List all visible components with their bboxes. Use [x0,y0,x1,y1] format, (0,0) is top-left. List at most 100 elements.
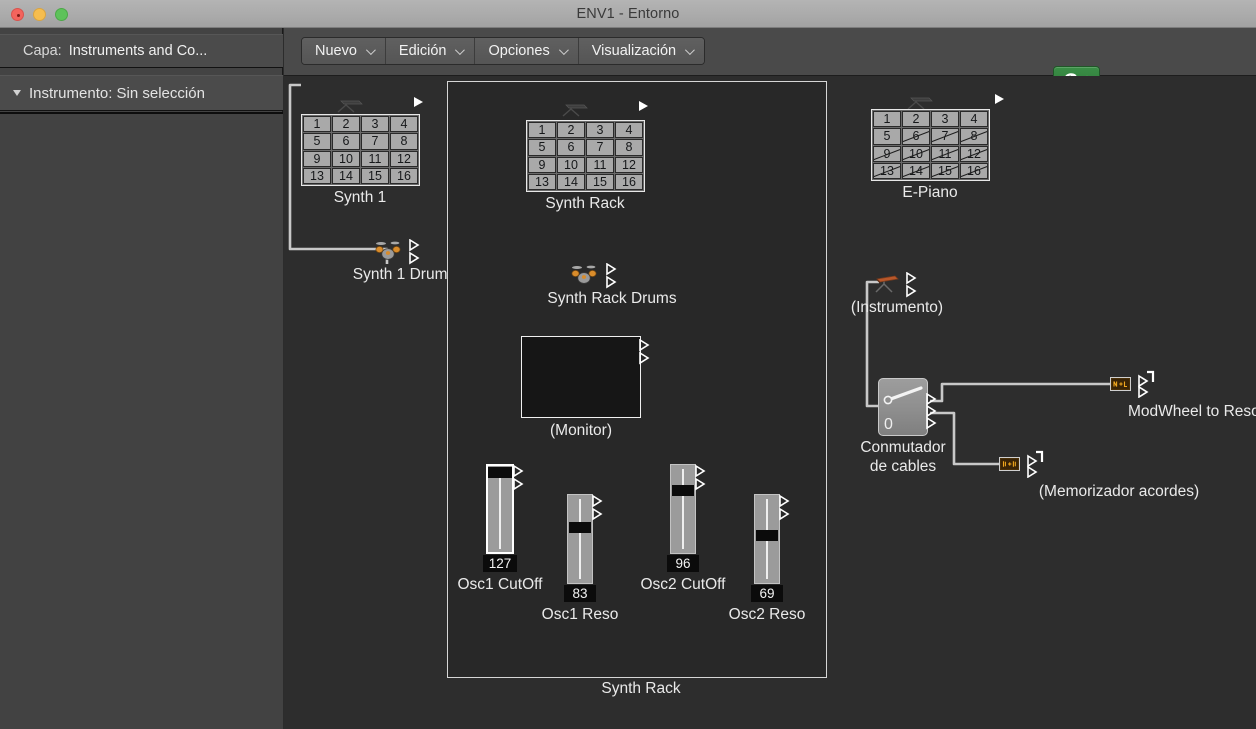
synth-rack-channel-11[interactable]: 11 [586,157,614,173]
channel-number: 15 [368,169,382,183]
object-synth-rack-multi[interactable]: 12345678910111213141516 Synth Rack [526,120,648,242]
fader-osc2-reso[interactable]: 69Osc2 Reso [754,494,780,624]
layer-selector[interactable]: Capa: Instruments and Co... [0,34,283,68]
fader-port-pair[interactable] [513,465,525,491]
synth-rack-channel-5[interactable]: 5 [528,139,556,155]
object-chord-memorizer[interactable]: (Memorizador acordes) [999,456,1199,504]
cable-switch-body[interactable]: 0 [878,378,928,436]
object-instrumento[interactable]: (Instrumento) [834,272,994,320]
cable-switch-port-group[interactable] [926,393,938,433]
transformer-icon[interactable] [999,457,1020,471]
switch-lever-icon[interactable] [879,379,928,413]
synth-rack-drums-port-pair[interactable] [606,263,618,289]
synth1-channel-10[interactable]: 10 [332,151,360,167]
synth-rack-channel-7[interactable]: 7 [586,139,614,155]
synth1-channel-15[interactable]: 15 [361,168,389,184]
synth1-channel-14[interactable]: 14 [332,168,360,184]
synth-rack-channel-12[interactable]: 12 [615,157,643,173]
epiano-channel-1[interactable]: 1 [873,111,901,127]
synth1-channel-11[interactable]: 11 [361,151,389,167]
synth-rack-channel-4[interactable]: 4 [615,122,643,138]
synth-rack-channel-grid[interactable]: 12345678910111213141516 [526,120,645,192]
fader-osc2-cutoff[interactable]: 96Osc2 CutOff [670,464,696,594]
synth1-channel-1[interactable]: 1 [303,116,331,132]
object-modwheel-to-resonance[interactable]: ModWheel to Resonance [1110,376,1256,424]
epiano-channel-12[interactable]: 12 [960,146,988,162]
synth1-channel-5[interactable]: 5 [303,133,331,149]
fader-port-pair[interactable] [695,465,707,491]
monitor-display[interactable] [521,336,641,418]
synth1-channel-13[interactable]: 13 [303,168,331,184]
synth1-channel-4[interactable]: 4 [390,116,418,132]
fader-thumb[interactable] [672,485,694,496]
environment-canvas[interactable]: 12345678910111213141516 Synth 1 Synth 1 … [284,76,1256,729]
fader-thumb[interactable] [488,467,512,478]
epiano-channel-7[interactable]: 7 [931,128,959,144]
menu-nuevo[interactable]: Nuevo [302,38,386,64]
object-monitor[interactable]: (Monitor) [521,336,646,451]
chord-memorizer-port-pair[interactable] [1027,450,1045,478]
synth-rack-channel-15[interactable]: 15 [586,174,614,190]
synth-rack-channel-8[interactable]: 8 [615,139,643,155]
synth-rack-channel-9[interactable]: 9 [528,157,556,173]
epiano-channel-grid[interactable]: 12345678910111213141516 [871,109,990,181]
synth-rack-channel-14[interactable]: 14 [557,174,585,190]
epiano-channel-16[interactable]: 16 [960,163,988,179]
epiano-channel-2[interactable]: 2 [902,111,930,127]
fader-osc2-cutoff-label: Osc2 CutOff [641,575,726,594]
fader-port-pair[interactable] [592,495,604,521]
synth-rack-channel-1[interactable]: 1 [528,122,556,138]
object-synth1-drums[interactable]: Synth 1 Drums [344,239,464,285]
synth1-channel-16[interactable]: 16 [390,168,418,184]
epiano-channel-9[interactable]: 9 [873,146,901,162]
epiano-channel-10[interactable]: 10 [902,146,930,162]
synth1-channel-2[interactable]: 2 [332,116,360,132]
epiano-output-port[interactable] [995,94,1004,104]
monitor-port-pair[interactable] [639,339,651,365]
synth-rack-channel-16[interactable]: 16 [615,174,643,190]
synth-rack-channel-6[interactable]: 6 [557,139,585,155]
instrument-inspector-header[interactable]: Instrumento: Sin selección [0,75,283,111]
fader-osc1-reso[interactable]: 83Osc1 Reso [567,494,593,624]
synth1-channel-8[interactable]: 8 [390,133,418,149]
epiano-channel-11[interactable]: 11 [931,146,959,162]
synth1-channel-6[interactable]: 6 [332,133,360,149]
object-folder-synth-rack-label: Synth Rack [601,679,680,698]
epiano-channel-13[interactable]: 13 [873,163,901,179]
synth1-channel-9[interactable]: 9 [303,151,331,167]
object-synth1[interactable]: 12345678910111213141516 Synth 1 [301,96,423,218]
object-cable-switch[interactable]: 0 Conmutador de cables [878,378,1008,496]
fader-osc1-cutoff[interactable]: 127Osc1 CutOff [486,464,514,594]
transformer-icon[interactable] [1110,377,1131,391]
fader-thumb[interactable] [756,530,778,541]
fader-thumb[interactable] [569,522,591,533]
synth1-channel-grid[interactable]: 12345678910111213141516 [301,114,420,186]
synth1-drums-port-pair[interactable] [409,239,421,265]
menu-edicion[interactable]: Edición [386,38,476,64]
epiano-channel-3[interactable]: 3 [931,111,959,127]
fader-port-pair[interactable] [779,495,791,521]
synth-rack-output-port[interactable] [639,101,648,111]
menu-opciones[interactable]: Opciones [475,38,578,64]
synth1-channel-3[interactable]: 3 [361,116,389,132]
epiano-channel-5[interactable]: 5 [873,128,901,144]
modwheel-port-pair[interactable] [1138,370,1156,398]
synth-rack-channel-3[interactable]: 3 [586,122,614,138]
epiano-channel-6[interactable]: 6 [902,128,930,144]
synth-rack-channel-10[interactable]: 10 [557,157,585,173]
synth1-channel-7[interactable]: 7 [361,133,389,149]
object-epiano[interactable]: 12345678910111213141516 E-Piano [871,106,993,228]
menu-opciones-label: Opciones [488,43,549,59]
object-synth-rack-drums[interactable]: Synth Rack Drums [524,263,700,309]
chevron-down-icon[interactable] [13,90,21,96]
epiano-channel-8[interactable]: 8 [960,128,988,144]
synth1-channel-12[interactable]: 12 [390,151,418,167]
synth-rack-channel-13[interactable]: 13 [528,174,556,190]
synth1-output-port[interactable] [414,97,423,107]
epiano-channel-4[interactable]: 4 [960,111,988,127]
instrumento-port-pair[interactable] [906,272,918,298]
epiano-channel-14[interactable]: 14 [902,163,930,179]
menu-visualizacion[interactable]: Visualización [579,38,704,64]
synth-rack-channel-2[interactable]: 2 [557,122,585,138]
epiano-channel-15[interactable]: 15 [931,163,959,179]
